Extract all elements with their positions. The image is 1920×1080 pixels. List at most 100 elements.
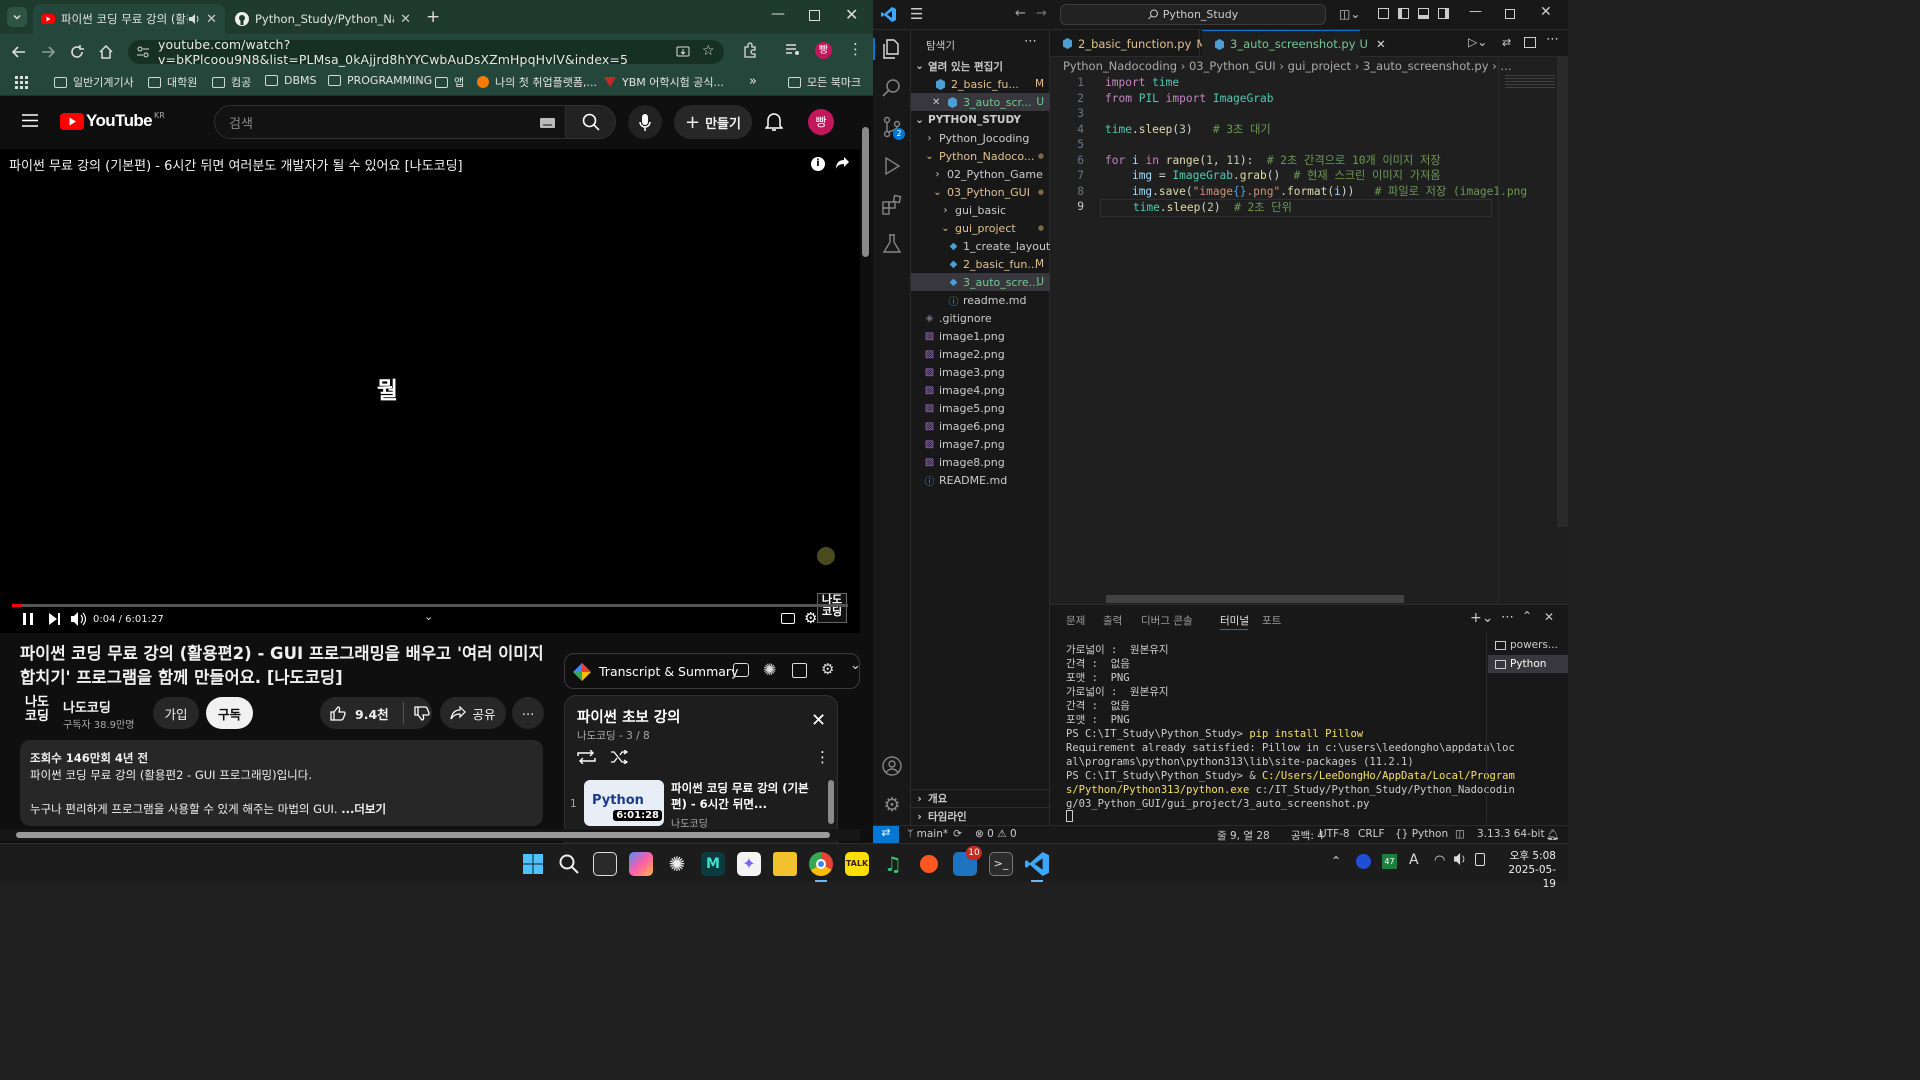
open-editors-section[interactable]: ⌄ 열려 있는 편집기 (911, 57, 1050, 75)
horizontal-scrollbar[interactable] (0, 829, 860, 841)
tab-audio-icon[interactable] (188, 14, 200, 24)
command-center[interactable]: Python_Study (1060, 4, 1326, 25)
bookmark-folder[interactable]: 대학원 (148, 74, 197, 90)
close-editor-icon[interactable]: ✕ (932, 97, 940, 108)
playlist-item[interactable]: 1 Python 6:01:28 파이썬 코딩 무료 강의 (기본편) - 6시… (564, 774, 834, 829)
share-button[interactable]: 공유 (440, 697, 506, 729)
toggle-secondary-sidebar-icon[interactable] (1438, 8, 1449, 19)
close-playlist-icon[interactable]: ✕ (811, 710, 826, 731)
minimize-button[interactable]: — (771, 6, 785, 22)
copilot-status-icon[interactable]: ◫ (1455, 828, 1465, 840)
breadcrumb-item[interactable]: 03_Python_GUI (1189, 59, 1276, 73)
terminal-output[interactable]: 가로넓이 : 원본유지 간격 : 없음 포맷 : PNG 가로넓이 : 원본유지 간격 … (1066, 643, 1515, 811)
search-input[interactable]: 검색 (214, 105, 566, 139)
profile-avatar[interactable]: 빵 (815, 42, 832, 59)
branch-indicator[interactable]: ᛘ main* ⟳ (907, 828, 962, 840)
bookmark-folder[interactable]: DBMS (265, 74, 317, 87)
file-item[interactable]: ▨ image1.png (911, 327, 1050, 345)
editor-tab-active[interactable]: 3_auto_screenshot.py U ✕ (1202, 30, 1386, 57)
file-item[interactable]: ◈ .gitignore (911, 309, 1050, 327)
tray-app-icon[interactable] (1356, 854, 1371, 869)
file-item[interactable]: ▨ image2.png (911, 345, 1050, 363)
bot-icon[interactable] (733, 663, 749, 677)
line-ending[interactable]: CRLF (1358, 828, 1385, 840)
horizontal-scrollbar[interactable] (1106, 595, 1404, 603)
chrome-tab-github[interactable]: Python_Study/Python_Nadoco ✕ (227, 4, 419, 34)
channel-name[interactable]: 나도코딩 (63, 697, 111, 716)
run-python-icon[interactable]: ▷⌄ (1468, 35, 1487, 49)
video-player[interactable]: 파이썬 무료 강의 (기본편) - 6시간 뒤면 여러분도 개발자가 될 수 있… (0, 149, 860, 633)
close-window-button[interactable]: ✕ (1540, 4, 1552, 20)
reload-icon[interactable] (67, 42, 87, 62)
mail-app-icon[interactable]: 10 (953, 846, 982, 876)
more-actions-button[interactable]: ⋯ (512, 697, 544, 729)
panel-more-icon[interactable]: ⋯ (1501, 610, 1514, 625)
timeline-section[interactable]: › 타임라인 (911, 807, 1050, 825)
file-item[interactable]: ▨ image4.png (911, 381, 1050, 399)
split-editor-icon[interactable] (1524, 37, 1536, 48)
loop-icon[interactable] (577, 750, 596, 764)
vscode-taskbar-icon[interactable] (1025, 852, 1049, 876)
breadcrumb-item[interactable]: Python_Nadocoding (1063, 59, 1177, 73)
show-more-link[interactable]: ...더보기 (341, 802, 386, 816)
file-item[interactable]: ▨ image8.png (911, 453, 1050, 471)
subtitles-icon[interactable] (781, 613, 795, 624)
settings-gear-icon[interactable]: ⚙ (804, 609, 817, 627)
youtube-logo[interactable]: YouTube KR (60, 111, 165, 131)
extensions-icon[interactable] (742, 42, 758, 58)
account-avatar[interactable]: 빵 (808, 109, 834, 135)
outline-section[interactable]: › 개요 (911, 789, 1050, 807)
bookmark-folder[interactable]: 컴공 (212, 74, 251, 90)
create-button[interactable]: + 만들기 (674, 105, 752, 139)
description-box[interactable]: 조회수 146만회 4년 전 파이썬 코딩 무료 강의 (활용편2 - GUI … (20, 740, 543, 826)
breadcrumb-item[interactable]: 3_auto_screenshot.py (1363, 59, 1489, 73)
maximize-button[interactable] (1505, 9, 1515, 19)
explorer-icon[interactable] (881, 38, 903, 60)
address-bar[interactable]: youtube.com/watch?v=bKPlcoou9N8&list=PLM… (128, 37, 724, 67)
terminal-item-active[interactable]: Python (1488, 655, 1568, 673)
chrome-taskbar-icon[interactable] (809, 852, 833, 876)
breadcrumb-item[interactable]: gui_project (1288, 59, 1351, 73)
start-button[interactable] (521, 852, 545, 876)
file-explorer-icon[interactable] (773, 852, 797, 876)
language-mode[interactable]: {} Python (1395, 828, 1448, 840)
music-app-icon[interactable]: ♫ (881, 852, 905, 876)
maximize-button[interactable] (809, 10, 820, 21)
menu-icon[interactable]: ☰ (910, 5, 923, 23)
volume-button[interactable] (71, 612, 86, 626)
minimap[interactable] (1498, 57, 1568, 604)
subscribe-button[interactable]: 구독 (206, 697, 253, 729)
file-item[interactable]: ▨ image6.png (911, 417, 1050, 435)
dislike-icon[interactable] (414, 705, 430, 721)
bookmark-folder[interactable]: 모든 북마크 (788, 74, 861, 90)
search-button[interactable] (566, 105, 616, 139)
extension-settings-icon[interactable]: ⚙ (821, 660, 834, 678)
transcript-extension-bar[interactable]: Transcript & Summary ✺ ⚙ ⌄ (564, 653, 861, 689)
search-taskbar-button[interactable] (557, 852, 581, 876)
tab-search-icon[interactable] (7, 7, 27, 27)
close-tab-icon[interactable]: ✕ (400, 12, 411, 27)
keyboard-icon[interactable] (540, 118, 555, 128)
notifications-bell-icon[interactable]: 🔔︎ (1546, 828, 1559, 841)
scrollbar-thumb[interactable] (16, 832, 830, 838)
file-item[interactable]: ▨ image5.png (911, 399, 1050, 417)
close-tab-icon[interactable]: ✕ (206, 12, 217, 27)
bookmark-folder[interactable]: 일반기계기사 (54, 74, 134, 90)
playlist-scrollbar[interactable] (828, 780, 834, 824)
install-app-icon[interactable] (676, 45, 690, 59)
terminal-item[interactable]: powers... (1495, 639, 1568, 651)
chapters-chevron-icon[interactable]: ⌄ (424, 610, 433, 623)
testing-flask-icon[interactable] (881, 233, 903, 255)
search-icon[interactable] (881, 77, 903, 99)
back-icon[interactable] (9, 42, 29, 62)
channel-avatar[interactable]: 나도 코딩 (20, 696, 54, 730)
progress-bar[interactable] (12, 604, 848, 607)
like-icon[interactable] (330, 705, 346, 721)
minimize-button[interactable]: — (1469, 4, 1482, 19)
kakaotalk-icon[interactable]: TALK (845, 852, 869, 876)
back-icon[interactable]: ← (1015, 6, 1026, 21)
join-button[interactable]: 가입 (153, 697, 199, 729)
playlist-more-icon[interactable]: ⋮ (815, 748, 830, 766)
notifications-bell-icon[interactable] (765, 112, 783, 132)
breadcrumb[interactable]: Python_Nadocoding › 03_Python_GUI › gui_… (1063, 59, 1511, 73)
